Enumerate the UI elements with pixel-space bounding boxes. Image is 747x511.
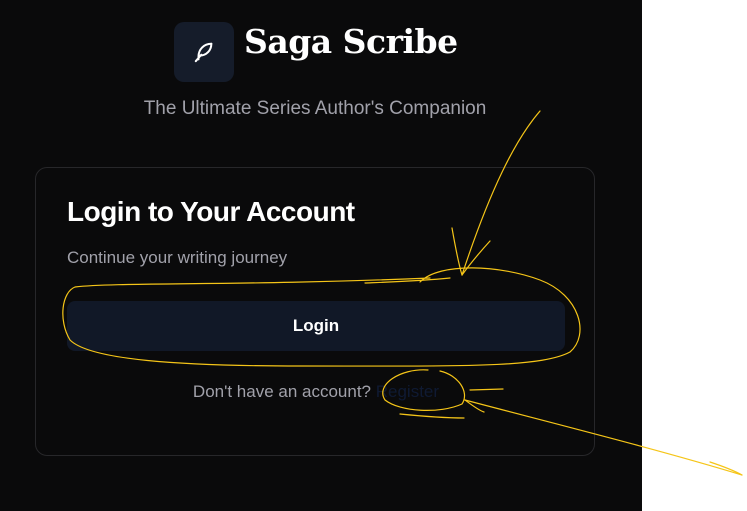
app-title: Saga Scribe [244,21,458,61]
screen: Saga Scribe The Ultimate Series Author's… [0,0,747,511]
register-row: Don't have an account? Register [36,382,596,402]
login-card: Login to Your Account Continue your writ… [35,167,595,456]
login-button[interactable]: Login [67,301,565,351]
feather-icon [194,42,213,63]
brand-header: Saga Scribe [174,22,458,82]
logo [174,22,234,82]
blank-margin [642,0,747,511]
login-subtitle: Continue your writing journey [67,248,288,267]
register-prompt: Don't have an account? [192,382,372,401]
login-title: Login to Your Account [67,196,355,227]
tagline: The Ultimate Series Author's Companion [143,98,487,119]
register-link[interactable]: Register [376,382,439,401]
